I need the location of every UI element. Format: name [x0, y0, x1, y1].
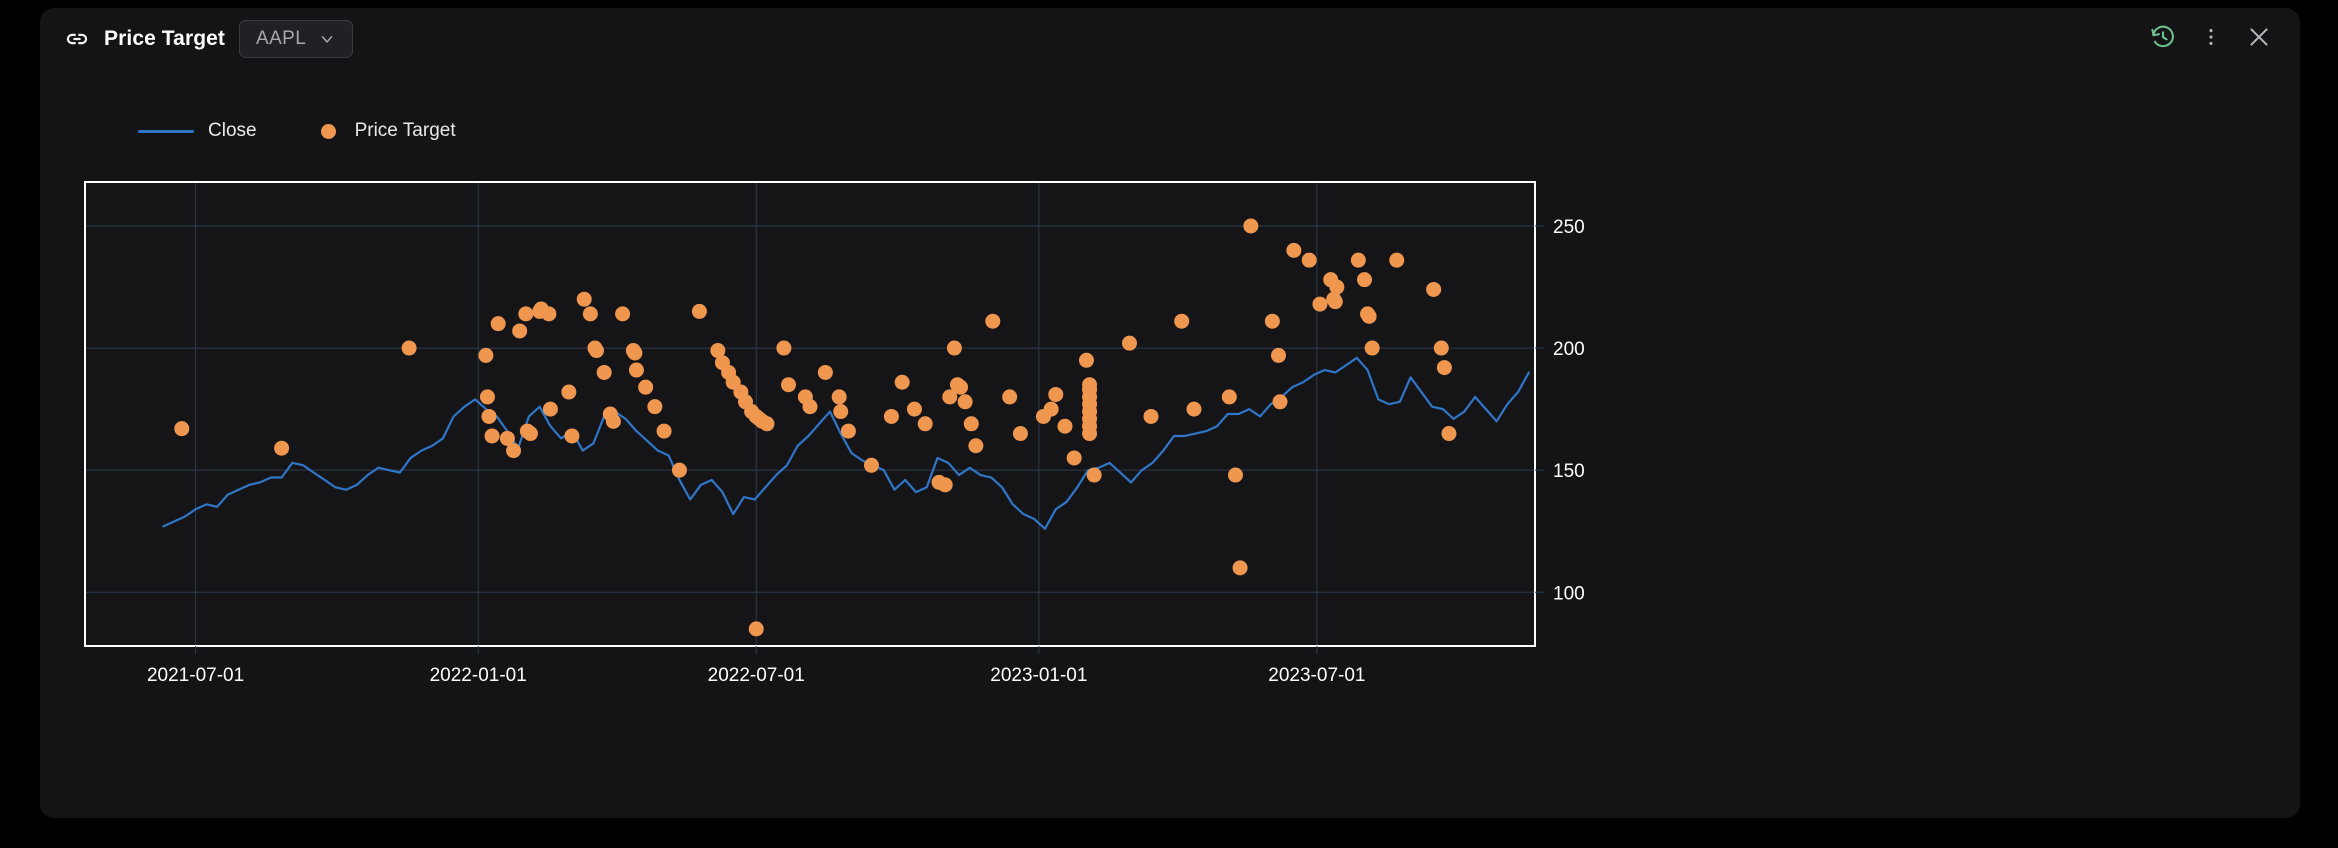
header-left-group: Price Target AAPL	[64, 20, 354, 58]
legend-label-price-target: Price Target	[354, 120, 456, 141]
price-target-chart: 100 150 200 250 2021-07-01 2022-01-01 2022-07…	[84, 181, 1585, 686]
svg-text:2023-07-01: 2023-07-01	[1268, 665, 1365, 686]
more-vertical-icon	[2200, 26, 2222, 53]
history-icon	[2150, 24, 2176, 55]
legend-dot-swatch	[320, 123, 336, 139]
svg-text:100: 100	[1553, 583, 1585, 604]
svg-text:2022-07-01: 2022-07-01	[708, 665, 805, 686]
header-right-group	[2144, 20, 2278, 58]
svg-text:200: 200	[1553, 339, 1585, 360]
ticker-select[interactable]: AAPL	[239, 20, 354, 58]
chevron-down-icon	[318, 30, 336, 48]
legend-label-close: Close	[208, 120, 257, 141]
ticker-label: AAPL	[256, 28, 307, 49]
legend-item-close[interactable]: Close	[138, 120, 257, 142]
chart-plot-area[interactable]: 100 150 200 250 2021-07-01 2022-01-01 2022-07…	[45, 178, 2295, 738]
y-axis-ticks: 100 150 200 250	[1535, 217, 1585, 604]
legend-line-swatch	[138, 129, 194, 133]
page-title: Price Target	[104, 27, 226, 50]
svg-text:2021-07-01: 2021-07-01	[147, 665, 244, 686]
svg-text:250: 250	[1553, 217, 1585, 238]
close-icon	[2246, 24, 2272, 55]
price-target-card: Price Target AAPL Close Price Target 100…	[40, 8, 2300, 818]
card-header: Price Target AAPL	[40, 8, 2300, 70]
x-axis-ticks: 2021-07-01 2022-01-01 2022-07-01 2023-01-01…	[147, 646, 1365, 686]
history-button[interactable]	[2144, 20, 2182, 58]
close-button[interactable]	[2240, 20, 2278, 58]
svg-text:2022-01-01: 2022-01-01	[430, 665, 527, 686]
link-icon	[64, 26, 90, 52]
svg-text:2023-01-01: 2023-01-01	[990, 665, 1087, 686]
svg-text:150: 150	[1553, 461, 1585, 482]
legend-item-price-target[interactable]: Price Target	[301, 120, 456, 142]
more-options-button[interactable]	[2192, 20, 2230, 58]
chart-legend: Close Price Target	[138, 120, 456, 142]
